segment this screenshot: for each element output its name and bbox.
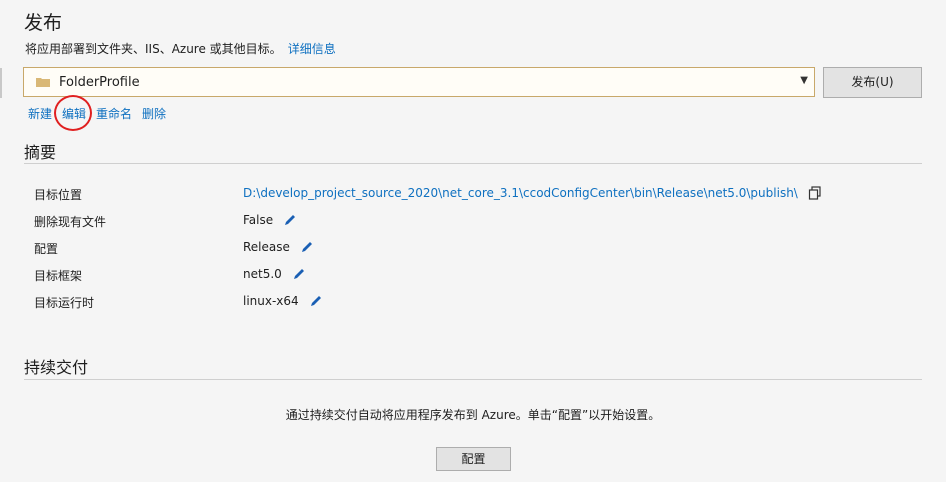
new-profile-link[interactable]: 新建 xyxy=(28,105,52,122)
row-value: False xyxy=(243,213,274,227)
row-value-container: False xyxy=(243,213,297,227)
left-selection-marker xyxy=(0,68,2,98)
summary-row-target-location: 目标位置 D:\develop_project_source_2020\net_… xyxy=(34,186,914,213)
summary-row-target-framework: 目标框架 net5.0 xyxy=(34,267,914,294)
profile-dropdown[interactable]: FolderProfile ▼ xyxy=(23,67,815,97)
row-label: 目标位置 xyxy=(34,188,83,202)
row-value-container: linux-x64 xyxy=(243,294,323,308)
copy-icon[interactable] xyxy=(808,186,822,200)
pencil-icon[interactable] xyxy=(292,267,306,281)
configure-button[interactable]: 配置 xyxy=(436,447,511,471)
row-value: linux-x64 xyxy=(243,294,299,308)
row-value-container: Release xyxy=(243,240,314,254)
profile-actions: 新建 编辑 重命名 删除 xyxy=(28,105,166,122)
page-title: 发布 xyxy=(24,12,63,34)
row-label: 目标框架 xyxy=(34,269,83,283)
rename-profile-link[interactable]: 重命名 xyxy=(96,105,132,122)
summary-row-configuration: 配置 Release xyxy=(34,240,914,267)
row-value: Release xyxy=(243,240,290,254)
row-label: 配置 xyxy=(34,242,59,256)
continuous-delivery-divider xyxy=(24,379,922,380)
folder-icon xyxy=(36,78,50,87)
summary-row-delete-existing: 删除现有文件 False xyxy=(34,213,914,240)
pencil-icon[interactable] xyxy=(309,294,323,308)
subtitle-text: 将应用部署到文件夹、IIS、Azure 或其他目标。 xyxy=(25,42,282,56)
pencil-icon[interactable] xyxy=(283,213,297,227)
row-label: 删除现有文件 xyxy=(34,215,107,229)
summary-table: 目标位置 D:\develop_project_source_2020\net_… xyxy=(34,186,914,321)
continuous-delivery-heading: 持续交付 xyxy=(24,358,89,377)
row-value-container: D:\develop_project_source_2020\net_core_… xyxy=(243,186,822,200)
page-subtitle: 将应用部署到文件夹、IIS、Azure 或其他目标。 详细信息 xyxy=(25,40,336,57)
details-link[interactable]: 详细信息 xyxy=(288,42,336,56)
target-location-link[interactable]: D:\develop_project_source_2020\net_core_… xyxy=(243,186,798,200)
continuous-delivery-text: 通过持续交付自动将应用程序发布到 Azure。单击“配置”以开始设置。 xyxy=(285,408,661,422)
delete-profile-link[interactable]: 删除 xyxy=(142,105,166,122)
summary-divider xyxy=(24,163,922,164)
row-value-container: net5.0 xyxy=(243,267,306,281)
chevron-down-icon[interactable]: ▼ xyxy=(800,75,808,86)
publish-button[interactable]: 发布(U) xyxy=(823,67,922,98)
row-value: net5.0 xyxy=(243,267,282,281)
edit-highlight-circle xyxy=(54,95,92,131)
summary-heading: 摘要 xyxy=(24,143,57,162)
pencil-icon[interactable] xyxy=(300,240,314,254)
row-label: 目标运行时 xyxy=(34,296,95,310)
summary-row-target-runtime: 目标运行时 linux-x64 xyxy=(34,294,914,321)
profile-name: FolderProfile xyxy=(59,75,140,90)
